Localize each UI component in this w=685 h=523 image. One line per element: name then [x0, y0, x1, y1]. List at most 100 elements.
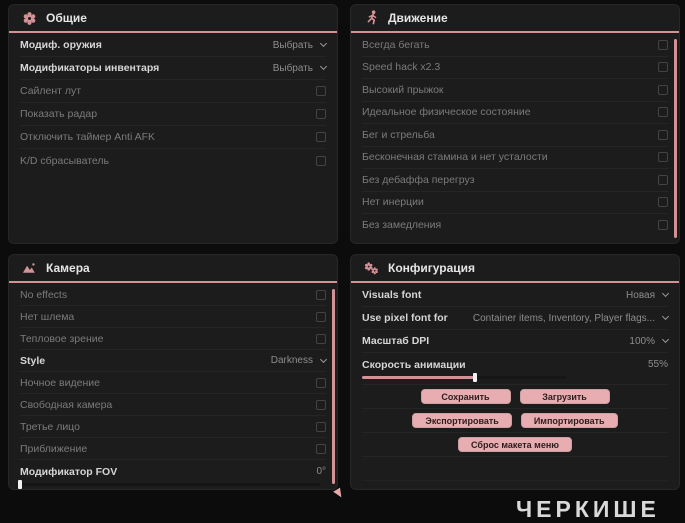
setting-row-no-overload-debuff[interactable]: Без дебаффа перегруз — [362, 169, 668, 192]
setting-label: Идеальное физическое состояние — [362, 106, 531, 119]
panel-general-rows: Модиф. оружия Выбрать Модификаторы инвен… — [9, 33, 337, 172]
setting-label: Без дебаффа перегруз — [362, 173, 475, 186]
setting-label: Свободная камера — [20, 398, 113, 411]
checkbox[interactable] — [658, 129, 668, 140]
animation-speed-slider[interactable] — [362, 373, 567, 382]
panel-movement-rows: Всегда бегать Speed hack x2.3 Высокий пр… — [351, 33, 679, 237]
setting-row-show-radar[interactable]: Показать радар — [20, 103, 326, 126]
setting-label: Без замедления — [362, 219, 442, 232]
scrollbar[interactable] — [674, 39, 677, 238]
checkbox[interactable] — [658, 174, 668, 185]
dropdown[interactable]: Darkness — [270, 355, 328, 366]
checkbox[interactable] — [316, 311, 326, 322]
setting-row-fov-modifier: Модификатор FOV 0° — [18, 460, 326, 489]
setting-row-visuals-font[interactable]: Visuals font Новая — [362, 284, 670, 307]
checkbox[interactable] — [316, 132, 326, 142]
dropdown[interactable]: Container items, Inventory, Player flags… — [473, 312, 670, 324]
panel-config-header: Конфигурация — [351, 255, 679, 283]
panel-general: Общие Модиф. оружия Выбрать Модификаторы… — [8, 4, 338, 244]
dropdown[interactable]: Выбрать — [273, 40, 328, 51]
checkbox[interactable] — [658, 152, 668, 163]
setting-row-no-inertia[interactable]: Нет инерции — [362, 192, 668, 214]
setting-label: K/D сбрасыватель — [20, 154, 110, 167]
reset-menu-layout-button[interactable]: Сброс макета меню — [458, 437, 572, 452]
mod-menu-screen: { "colors": { "accent": "#d29296", "butt… — [0, 0, 685, 522]
setting-label: Speed hack x2.3 — [362, 61, 441, 74]
setting-row-style[interactable]: Style Darkness — [20, 350, 328, 372]
config-buttons-row-1: Сохранить Загрузить — [362, 385, 668, 409]
panel-title: Движение — [388, 11, 448, 25]
panel-camera: Камера No effects Нет шлема Тепловое зре… — [8, 254, 338, 490]
checkbox[interactable] — [316, 421, 326, 432]
setting-label: Тепловое зрение — [20, 332, 104, 345]
checkbox[interactable] — [658, 39, 668, 50]
setting-row-speed-hack[interactable]: Speed hack x2.3 — [362, 57, 668, 79]
panel-title: Конфигурация — [388, 261, 476, 275]
checkbox[interactable] — [658, 84, 668, 95]
game-location-text: ЧЕРКИШЕ — [516, 496, 660, 522]
panel-general-header: Общие — [9, 5, 337, 33]
setting-row-night-vision[interactable]: Ночное видение — [20, 372, 326, 394]
checkbox[interactable] — [316, 86, 326, 96]
checkbox[interactable] — [316, 443, 326, 454]
empty-row — [362, 457, 668, 481]
setting-row-run-and-shoot[interactable]: Бег и стрельба — [362, 124, 668, 147]
setting-row-no-helmet[interactable]: Нет шлема — [20, 306, 326, 328]
setting-row-anti-afk[interactable]: Отключить таймер Anti AFK — [20, 126, 326, 149]
setting-row-inventory-mods[interactable]: Модификаторы инвентаря Выбрать — [20, 57, 328, 80]
image-icon — [22, 261, 37, 276]
setting-label: Visuals font — [362, 289, 422, 301]
save-button[interactable]: Сохранить — [420, 389, 511, 404]
load-button[interactable]: Загрузить — [519, 389, 610, 404]
setting-label: Style — [20, 354, 46, 367]
chevron-down-icon — [319, 62, 328, 71]
setting-row-kd-reset[interactable]: K/D сбрасыватель — [20, 149, 326, 172]
setting-label: Нет инерции — [362, 196, 424, 209]
setting-row-weapon-mod[interactable]: Модиф. оружия Выбрать — [20, 34, 328, 57]
dropdown-value: 100% — [629, 335, 655, 347]
checkbox[interactable] — [316, 155, 326, 166]
checkbox[interactable] — [658, 220, 668, 231]
slider-value: 0° — [316, 466, 326, 477]
slider-handle[interactable] — [472, 373, 477, 382]
setting-row-zoom[interactable]: Приближение — [20, 438, 326, 460]
fov-slider[interactable] — [18, 480, 320, 489]
setting-row-infinite-stamina[interactable]: Бесконечная стамина и нет усталости — [362, 147, 668, 169]
checkbox[interactable] — [316, 333, 326, 344]
dropdown[interactable]: 100% — [629, 335, 670, 347]
setting-row-perfect-condition[interactable]: Идеальное физическое состояние — [362, 102, 668, 124]
setting-row-no-effects[interactable]: No effects — [20, 284, 326, 306]
panel-config-rows: Visuals font Новая Use pixel font for Co… — [351, 283, 679, 481]
checkbox[interactable] — [316, 109, 326, 119]
setting-label: Модификаторы инвентаря — [20, 62, 160, 74]
setting-row-dpi-scale[interactable]: Масштаб DPI 100% — [362, 330, 670, 353]
scrollbar[interactable] — [332, 289, 335, 484]
flower-gear-icon — [22, 11, 37, 26]
checkbox[interactable] — [316, 399, 326, 410]
slider-handle[interactable] — [18, 480, 22, 489]
checkbox[interactable] — [658, 197, 668, 208]
export-button[interactable]: Экспортировать — [412, 413, 512, 428]
gears-icon — [364, 261, 379, 276]
setting-row-pixel-font[interactable]: Use pixel font for Container items, Inve… — [362, 307, 670, 330]
dropdown[interactable]: Новая — [626, 289, 670, 301]
setting-label: Бег и стрельба — [362, 128, 435, 141]
import-button[interactable]: Импортировать — [520, 413, 618, 428]
dropdown-value: Darkness — [270, 355, 313, 366]
checkbox[interactable] — [316, 377, 326, 388]
checkbox[interactable] — [658, 107, 668, 118]
checkbox[interactable] — [316, 289, 326, 300]
setting-row-high-jump[interactable]: Высокий прыжок — [362, 79, 668, 102]
checkbox[interactable] — [658, 62, 668, 73]
setting-label: No effects — [20, 288, 68, 301]
setting-row-silent-loot[interactable]: Сайлент лут — [20, 80, 326, 103]
panel-title: Камера — [46, 261, 90, 275]
setting-row-third-person[interactable]: Третье лицо — [20, 416, 326, 438]
chevron-down-icon — [661, 312, 670, 321]
setting-row-no-slowdown[interactable]: Без замедления — [362, 214, 668, 237]
setting-row-thermal-vision[interactable]: Тепловое зрение — [20, 328, 326, 350]
dropdown[interactable]: Выбрать — [273, 62, 328, 74]
dropdown-value: Новая — [626, 289, 655, 301]
setting-row-free-camera[interactable]: Свободная камера — [20, 394, 326, 416]
setting-row-always-run[interactable]: Всегда бегать — [362, 34, 668, 57]
